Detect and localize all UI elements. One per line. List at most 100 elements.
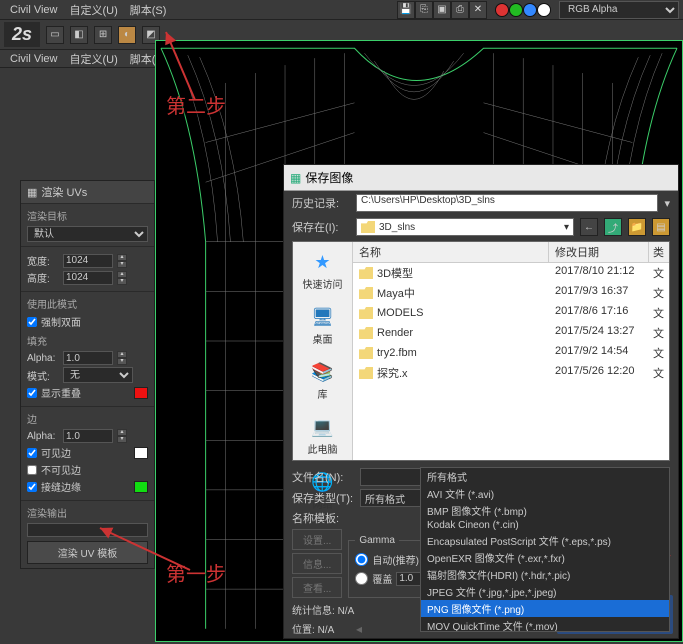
- visible-label: 可见边: [41, 445, 71, 460]
- alpha2-input[interactable]: [63, 429, 113, 443]
- tool-icon-4[interactable]: ◐: [118, 26, 136, 44]
- sidebar-library[interactable]: 📚库: [309, 360, 337, 401]
- seam-swatch[interactable]: [134, 481, 148, 493]
- tool-icon-2[interactable]: ◧: [70, 26, 88, 44]
- show-overlap-checkbox[interactable]: [27, 388, 37, 398]
- width-input[interactable]: [63, 254, 113, 268]
- channel-alpha-icon[interactable]: [537, 3, 551, 17]
- format-option[interactable]: MOV QuickTime 文件 (*.mov): [421, 617, 669, 632]
- show-overlap-label: 显示重叠: [41, 385, 81, 400]
- history-label: 历史记录:: [292, 195, 350, 211]
- savein-label: 保存在(I):: [292, 219, 350, 235]
- file-row[interactable]: Maya中2017/9/3 16:37文: [353, 283, 669, 303]
- file-row[interactable]: Render2017/5/24 13:27文: [353, 323, 669, 343]
- mode-dropdown[interactable]: 无: [63, 367, 133, 383]
- dialog-title: 保存图像: [305, 169, 353, 186]
- clear-icon[interactable]: ✕: [469, 1, 487, 19]
- folder-icon: [359, 347, 373, 359]
- back-icon[interactable]: ←: [580, 218, 598, 236]
- format-option[interactable]: AVI 文件 (*.avi): [421, 485, 669, 502]
- folder-icon: [359, 367, 373, 379]
- viewmenu-icon[interactable]: ▤: [652, 218, 670, 236]
- width-up[interactable]: ▴: [117, 254, 127, 261]
- format-option[interactable]: OpenEXR 图像文件 (*.exr,*.fxr): [421, 549, 669, 566]
- format-option[interactable]: JPEG 文件 (*.jpg,*.jpe,*.jpeg): [421, 583, 669, 600]
- channel-blue-icon[interactable]: [523, 3, 537, 17]
- format-dropdown-list[interactable]: 所有格式AVI 文件 (*.avi)BMP 图像文件 (*.bmp)Kodak …: [420, 467, 670, 632]
- tool-icon-1[interactable]: ▭: [46, 26, 64, 44]
- overlap-swatch[interactable]: [134, 387, 148, 399]
- col-date[interactable]: 修改日期: [549, 242, 649, 262]
- gamma-auto-radio[interactable]: [355, 553, 368, 566]
- visible-swatch[interactable]: [134, 447, 148, 459]
- col-type[interactable]: 类: [649, 242, 669, 262]
- places-sidebar: ★快速访问 🖥桌面 📚库 💻此电脑 🌐网络: [293, 242, 353, 460]
- savein-combobox[interactable]: 3D_slns▾: [356, 218, 574, 236]
- output-path-input[interactable]: [27, 523, 148, 537]
- format-option[interactable]: Kodak Cineon (*.cin): [421, 519, 669, 532]
- alpha2-up[interactable]: ▴: [117, 429, 127, 436]
- height-label: 高度:: [27, 270, 59, 285]
- history-dropdown-icon[interactable]: ▾: [664, 197, 670, 210]
- gamma-override-radio[interactable]: [355, 572, 368, 585]
- col-name[interactable]: 名称: [353, 242, 549, 262]
- format-option[interactable]: BMP 图像文件 (*.bmp): [421, 502, 669, 519]
- force-2side-label: 强制双面: [41, 314, 81, 329]
- preset-dropdown[interactable]: 默认: [27, 226, 148, 242]
- sidebar-desktop[interactable]: 🖥桌面: [309, 305, 337, 346]
- alpha2-down[interactable]: ▾: [117, 436, 127, 443]
- alpha-label: Alpha:: [27, 353, 59, 364]
- setup-button[interactable]: 设置...: [292, 529, 342, 550]
- history-combobox[interactable]: C:\Users\HP\Desktop\3D_slns: [356, 194, 658, 212]
- channel-dropdown[interactable]: RGB Alpha: [559, 1, 679, 19]
- invisible-label: 不可见边: [41, 462, 81, 477]
- invisible-checkbox[interactable]: [27, 465, 37, 475]
- menu-custom-2[interactable]: 自定义(U): [63, 49, 123, 69]
- height-down[interactable]: ▾: [117, 278, 127, 285]
- menu-script[interactable]: 脚本(S): [124, 0, 173, 20]
- sidebar-thispc[interactable]: 💻此电脑: [308, 415, 338, 456]
- sidebar-quick[interactable]: ★快速访问: [303, 250, 343, 291]
- seam-checkbox[interactable]: [27, 482, 37, 492]
- format-option[interactable]: 所有格式: [421, 468, 669, 485]
- height-up[interactable]: ▴: [117, 271, 127, 278]
- menu-custom[interactable]: 自定义(U): [63, 0, 123, 20]
- render-uv-button[interactable]: 渲染 UV 模板: [27, 541, 148, 564]
- menu-civil-view-2[interactable]: Civil View: [4, 51, 63, 67]
- up-icon[interactable]: ⤴: [604, 218, 622, 236]
- format-option[interactable]: 辐射图像文件(HDRI) (*.hdr,*.pic): [421, 566, 669, 583]
- alpha-input[interactable]: [63, 351, 113, 365]
- file-row[interactable]: 3D模型2017/8/10 21:12文: [353, 263, 669, 283]
- clone-icon[interactable]: ▣: [433, 1, 451, 19]
- copy-icon[interactable]: ⎘: [415, 1, 433, 19]
- visible-checkbox[interactable]: [27, 448, 37, 458]
- format-option[interactable]: Encapsulated PostScript 文件 (*.eps,*.ps): [421, 532, 669, 549]
- stats-label: 统计信息:: [292, 606, 335, 617]
- folder-icon: [361, 221, 375, 233]
- tool-icon-3[interactable]: ⊞: [94, 26, 112, 44]
- alpha-up[interactable]: ▴: [117, 351, 127, 358]
- force-2side-checkbox[interactable]: [27, 317, 37, 327]
- file-row[interactable]: 探究.x2017/5/26 12:20文: [353, 363, 669, 383]
- mode-label: 模式:: [27, 368, 59, 383]
- stats-value: N/A: [338, 606, 355, 617]
- panel-icon: ▦: [27, 186, 37, 199]
- format-option[interactable]: PNG 图像文件 (*.png): [421, 600, 669, 617]
- uvw-header: 使用此模式: [27, 296, 148, 311]
- view-button[interactable]: 查看...: [292, 577, 342, 598]
- target-header: 渲染目标: [27, 208, 148, 223]
- alpha-down[interactable]: ▾: [117, 358, 127, 365]
- channel-red-icon[interactable]: [495, 3, 509, 17]
- menu-civil-view[interactable]: Civil View: [4, 2, 63, 18]
- info-button[interactable]: 信息...: [292, 553, 342, 574]
- width-down[interactable]: ▾: [117, 261, 127, 268]
- file-list[interactable]: 名称 修改日期 类 3D模型2017/8/10 21:12文Maya中2017/…: [353, 242, 669, 460]
- print-icon[interactable]: ⎙: [451, 1, 469, 19]
- file-row[interactable]: try2.fbm2017/9/2 14:54文: [353, 343, 669, 363]
- save-image-icon[interactable]: 💾: [397, 1, 415, 19]
- height-input[interactable]: [63, 271, 113, 285]
- channel-green-icon[interactable]: [509, 3, 523, 17]
- newfolder-icon[interactable]: 📁: [628, 218, 646, 236]
- file-row[interactable]: MODELS2017/8/6 17:16文: [353, 303, 669, 323]
- seam-label: 接缝边缘: [41, 479, 81, 494]
